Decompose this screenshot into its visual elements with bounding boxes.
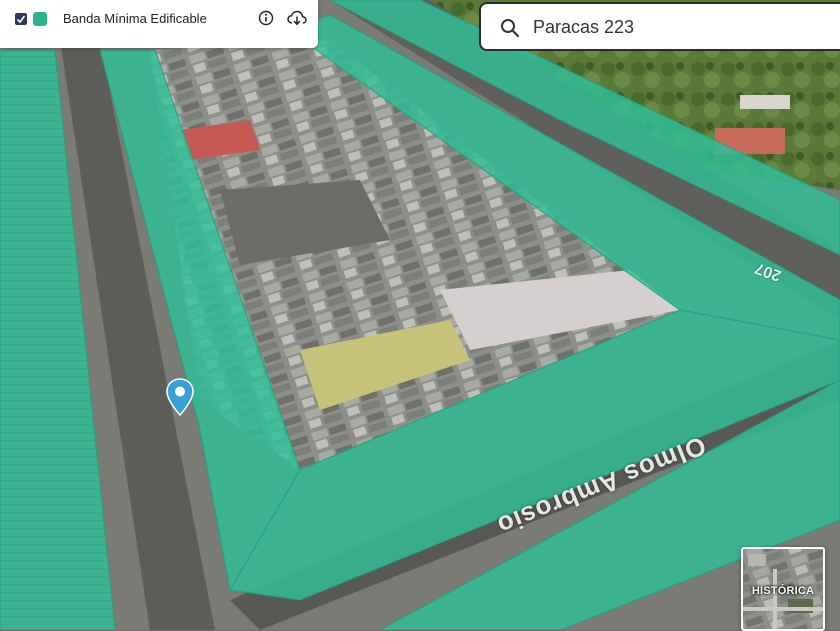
layer-visibility-checkbox[interactable] (15, 13, 27, 25)
checkmark-icon (16, 15, 26, 24)
search-icon[interactable] (500, 18, 520, 43)
layer-name: Banda Mínima Edificable (63, 11, 207, 26)
cloud-download-icon[interactable] (287, 8, 307, 28)
basemap-toggle-button[interactable]: HISTÓRICA (741, 547, 825, 631)
search-box (479, 2, 840, 51)
info-icon[interactable] (256, 8, 276, 28)
search-input[interactable] (533, 13, 833, 41)
layer-color-swatch (33, 12, 47, 26)
map-view[interactable] (0, 0, 840, 630)
location-pin-icon[interactable] (166, 378, 194, 421)
layer-legend-panel: Banda Mínima Edificable (0, 0, 318, 48)
basemap-label: HISTÓRICA (751, 585, 815, 597)
